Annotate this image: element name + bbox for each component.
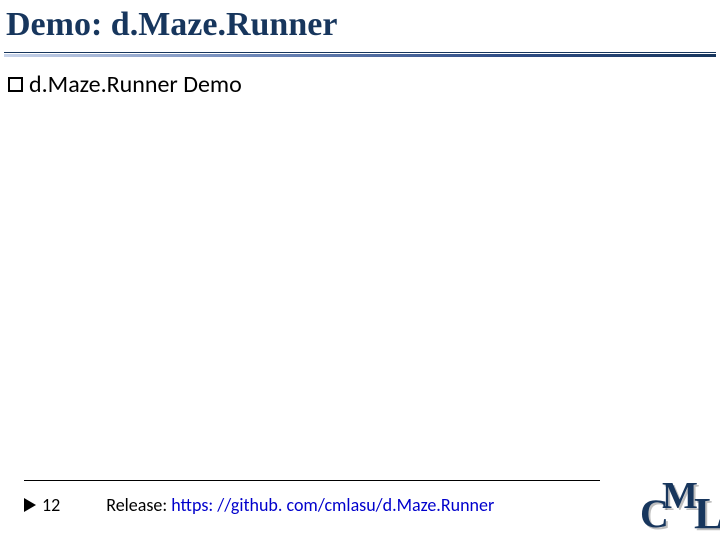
page-number: 12	[42, 494, 60, 516]
slide: Demo: d.Maze.Runner d.Maze.Runner Demo 1…	[0, 0, 720, 540]
footer: 12 Release: https: //github. com/cmlasu/…	[24, 490, 600, 520]
logo-letter-m: M	[662, 478, 698, 518]
release-label: Release:	[106, 494, 171, 516]
footer-divider	[24, 480, 600, 481]
cml-logo: C M L	[640, 478, 720, 536]
slide-title: Demo: d.Maze.Runner	[6, 6, 337, 44]
bullet-square-icon	[8, 77, 23, 92]
triangle-icon	[24, 498, 36, 512]
title-underline	[4, 52, 716, 58]
release-line: Release: https: //github. com/cmlasu/d.M…	[106, 494, 494, 516]
bullet-item: d.Maze.Runner Demo	[8, 70, 242, 99]
logo-letter-l: L	[694, 488, 720, 536]
release-url[interactable]: https: //github. com/cmlasu/d.Maze.Runne…	[171, 494, 494, 516]
bullet-text: d.Maze.Runner Demo	[29, 70, 242, 99]
